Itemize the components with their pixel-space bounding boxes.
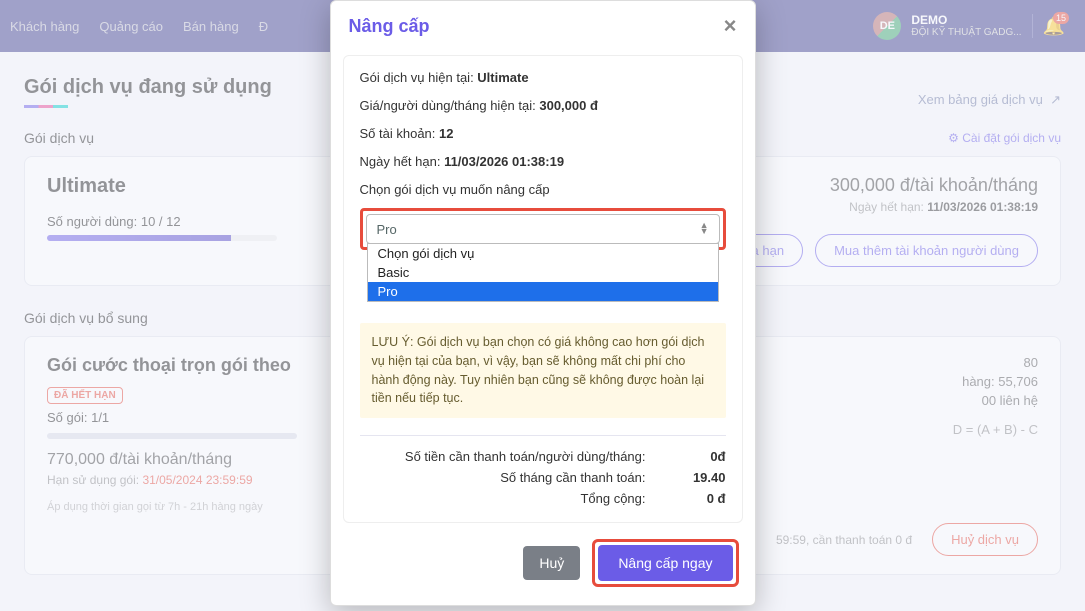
upgrade-button-highlight: Nâng cấp ngay (592, 539, 738, 587)
plan-dropdown: Chọn gói dịch vụ Basic Pro (367, 243, 719, 302)
modal-accounts-row: Số tài khoản: 12 (360, 126, 726, 141)
modal-cancel-button[interactable]: Huỷ (523, 546, 580, 580)
plan-select[interactable]: Pro ▲▼ Chọn gói dịch vụ Basic Pro (366, 214, 720, 244)
modal-plan-row: Gói dịch vụ hiện tại: Ultimate (360, 70, 726, 85)
modal-select-label: Chọn gói dịch vụ muốn nâng cấp (360, 182, 726, 197)
select-highlight-box: Pro ▲▼ Chọn gói dịch vụ Basic Pro (360, 208, 726, 250)
modal-totals: Số tiền cần thanh toán/người dùng/tháng:… (360, 449, 726, 506)
divider (360, 435, 726, 436)
plan-option-basic[interactable]: Basic (368, 263, 718, 282)
plan-select-value: Pro (377, 222, 397, 237)
select-updown-icon: ▲▼ (700, 223, 709, 235)
modal-expire-row: Ngày hết hạn: 11/03/2026 01:38:19 (360, 154, 726, 169)
modal-title: Nâng cấp (349, 16, 430, 37)
modal-warning: LƯU Ý: Gói dịch vụ bạn chọn có giá không… (360, 323, 726, 418)
plan-option-pro[interactable]: Pro (368, 282, 718, 301)
modal-upgrade-button[interactable]: Nâng cấp ngay (598, 545, 732, 581)
plan-option-placeholder[interactable]: Chọn gói dịch vụ (368, 244, 718, 263)
modal-price-row: Giá/người dùng/tháng hiện tại: 300,000 đ (360, 98, 726, 113)
upgrade-modal: Nâng cấp × Gói dịch vụ hiện tại: Ultimat… (330, 0, 756, 606)
close-icon[interactable]: × (724, 13, 737, 39)
